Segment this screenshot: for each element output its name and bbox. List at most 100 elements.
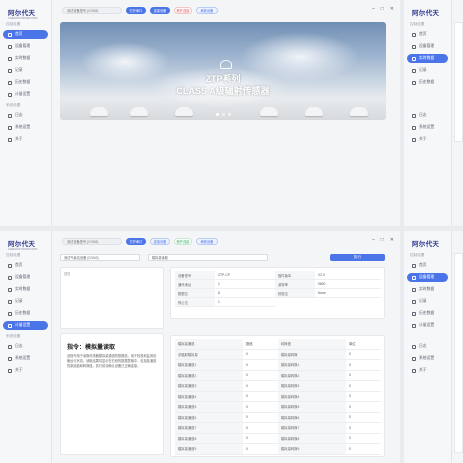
device-dropdown[interactable]: 测试气象站设备 (COM3)	[60, 254, 140, 261]
sidebar-item-home[interactable]: 首页	[3, 30, 48, 39]
sidebar-item-about[interactable]: 关于	[407, 366, 448, 375]
sidebar-item-calibration[interactable]: 计量设置	[3, 321, 48, 330]
command-description: 该指令用于读取传感器模拟量通道的数据值，用于校准和监测设备运行状态。读取结果将显…	[67, 354, 157, 368]
table-label-cell: 模拟量转换5	[278, 402, 346, 413]
content-panel	[454, 22, 463, 142]
device-select[interactable]: 测试设备型号 (COM3)	[62, 237, 122, 245]
sidebar-item-realtime[interactable]: 实时数据	[3, 285, 48, 294]
sidebar-item-home[interactable]: 首页	[407, 261, 448, 270]
history-icon	[8, 311, 12, 316]
table-value-cell: 0	[346, 350, 381, 360]
sidebar-item-logs[interactable]: 日志	[407, 342, 448, 351]
chart-icon	[8, 287, 12, 292]
connect-button[interactable]: 连接设备	[150, 237, 170, 245]
record-icon	[8, 68, 12, 73]
info-label: 固件版本	[275, 271, 315, 280]
sidebar-item-about[interactable]: 关于	[407, 135, 448, 144]
sidebar-item-logs[interactable]: 日志	[3, 342, 48, 351]
close-icon[interactable]: ✕	[390, 6, 394, 12]
carousel-dot[interactable]	[227, 113, 231, 116]
calibrate-icon	[8, 92, 12, 97]
sidebar-item-about[interactable]: 关于	[3, 135, 48, 144]
sidebar-item-logs[interactable]: 日志	[3, 111, 48, 120]
carousel-dot[interactable]	[221, 113, 225, 116]
sidebar-item-logs[interactable]: 日志	[407, 111, 448, 120]
sidebar-item-settings[interactable]: 系统设置	[407, 354, 448, 363]
maximize-icon[interactable]: □	[381, 237, 384, 243]
sidebar-item-calibration[interactable]: 计量设置	[407, 321, 448, 330]
connected-status[interactable]: 断开连接	[174, 237, 192, 245]
app-logo: 阿尔代天 GREENSSTARSENSORS	[8, 241, 38, 251]
analog-table-panel: 模拟量通道 数值 转换值 单位 总辐射模拟量 0 模拟量转换 0 模拟量通道1 0 模拟量转换1 0 模…	[170, 335, 385, 457]
sidebar-item-history[interactable]: 历史数据	[407, 78, 448, 87]
sidebar-item-devices[interactable]: 设备管理	[3, 42, 48, 51]
sidebar-item-devices[interactable]: 设备管理	[407, 42, 448, 51]
execute-button[interactable]: 执行	[330, 254, 385, 261]
home-icon	[8, 32, 12, 37]
table-value-cell: 0	[346, 413, 381, 423]
sidebar-item-records[interactable]: 记录	[3, 66, 48, 75]
response-textarea[interactable]: 回复	[60, 267, 164, 329]
open-port-button[interactable]: 打开串口	[126, 237, 146, 245]
table-label-cell: 模拟量通道2	[175, 370, 243, 381]
minimize-icon[interactable]: –	[372, 6, 375, 12]
close-icon[interactable]: ✕	[390, 237, 394, 243]
table-label-cell: 模拟量通道9	[175, 444, 243, 455]
sidebar-group-label: 控制设置	[410, 253, 425, 257]
sidebar-item-history[interactable]: 历史数据	[3, 309, 48, 318]
sidebar-item-realtime[interactable]: 实时数据	[3, 54, 48, 63]
maximize-icon[interactable]: □	[381, 6, 384, 12]
refresh-button[interactable]: 刷新设备	[196, 237, 218, 245]
refresh-button[interactable]: 刷新设备	[196, 6, 218, 14]
sidebar-item-records[interactable]: 记录	[407, 297, 448, 306]
sidebar-item-records[interactable]: 记录	[3, 297, 48, 306]
sidebar-item-history[interactable]: 历史数据	[407, 309, 448, 318]
table-value-cell: 数值	[243, 339, 278, 350]
carousel-dot[interactable]	[215, 113, 219, 116]
sidebar-item-devices[interactable]: 设备管理	[407, 273, 448, 282]
sidebar-item-settings[interactable]: 系统设置	[3, 123, 48, 132]
info-icon	[412, 368, 416, 373]
sidebar-item-about[interactable]: 关于	[3, 366, 48, 375]
disconnect-button[interactable]: 断开连接	[174, 6, 192, 14]
sidebar-group-label: 控制设置	[6, 22, 21, 26]
table-label-cell: 模拟量转换9	[278, 444, 346, 455]
window-controls: – □ ✕	[372, 6, 394, 12]
sidebar-item-records[interactable]: 记录	[407, 66, 448, 75]
app-logo: 阿尔代天	[412, 241, 440, 248]
table-label-cell: 模拟量通道7	[175, 423, 243, 434]
sidebar-group-label: 系统设置	[6, 103, 21, 107]
sidebar-item-settings[interactable]: 系统设置	[3, 354, 48, 363]
open-port-button[interactable]: 打开串口	[126, 6, 146, 14]
table-value-cell: 0	[243, 444, 278, 455]
sidebar-item-realtime[interactable]: 实时数据	[407, 285, 448, 294]
minimize-icon[interactable]: –	[372, 237, 375, 243]
sidebar-item-history[interactable]: 历史数据	[3, 78, 48, 87]
sidebar-item-home[interactable]: 首页	[407, 30, 448, 39]
sidebar-item-realtime[interactable]: 实时数据	[407, 54, 448, 63]
connect-button[interactable]: 连接设备	[150, 6, 170, 14]
info-label: 波特率	[275, 280, 315, 289]
info-value: 9600	[315, 280, 381, 289]
device-select[interactable]: 测试设备型号 (COM3)	[62, 6, 122, 14]
table-label-cell: 模拟量转换7	[278, 423, 346, 434]
table-label-cell: 模拟量通道6	[175, 412, 243, 423]
banner-subtitle: CLASS A级辐射传感器	[176, 86, 270, 96]
table-value-cell: 0	[346, 402, 381, 413]
sidebar-item-settings[interactable]: 系统设置	[407, 123, 448, 132]
sidebar: 阿尔代天 控制设置 首页 设备管理 实时数据 记录 历史数据 计量设置 日志 系…	[404, 231, 452, 463]
command-dropdown[interactable]: 模拟量读取	[148, 254, 268, 261]
log-icon	[8, 113, 12, 118]
record-icon	[412, 299, 416, 304]
textarea-placeholder: 回复	[64, 272, 71, 276]
table-label-cell: 模拟量转换4	[278, 391, 346, 402]
device-icon	[412, 44, 416, 49]
table-label-cell: 模拟量转换	[278, 349, 346, 360]
sidebar-item-devices[interactable]: 设备管理	[3, 273, 48, 282]
table-value-cell: 0	[243, 413, 278, 423]
sidebar-item-calibration[interactable]: 计量设置	[3, 90, 48, 99]
table-label-cell: 模拟量通道1	[175, 360, 243, 371]
carousel-dots	[60, 113, 386, 116]
table-value-cell: 0	[346, 423, 381, 434]
sidebar-item-home[interactable]: 首页	[3, 261, 48, 270]
